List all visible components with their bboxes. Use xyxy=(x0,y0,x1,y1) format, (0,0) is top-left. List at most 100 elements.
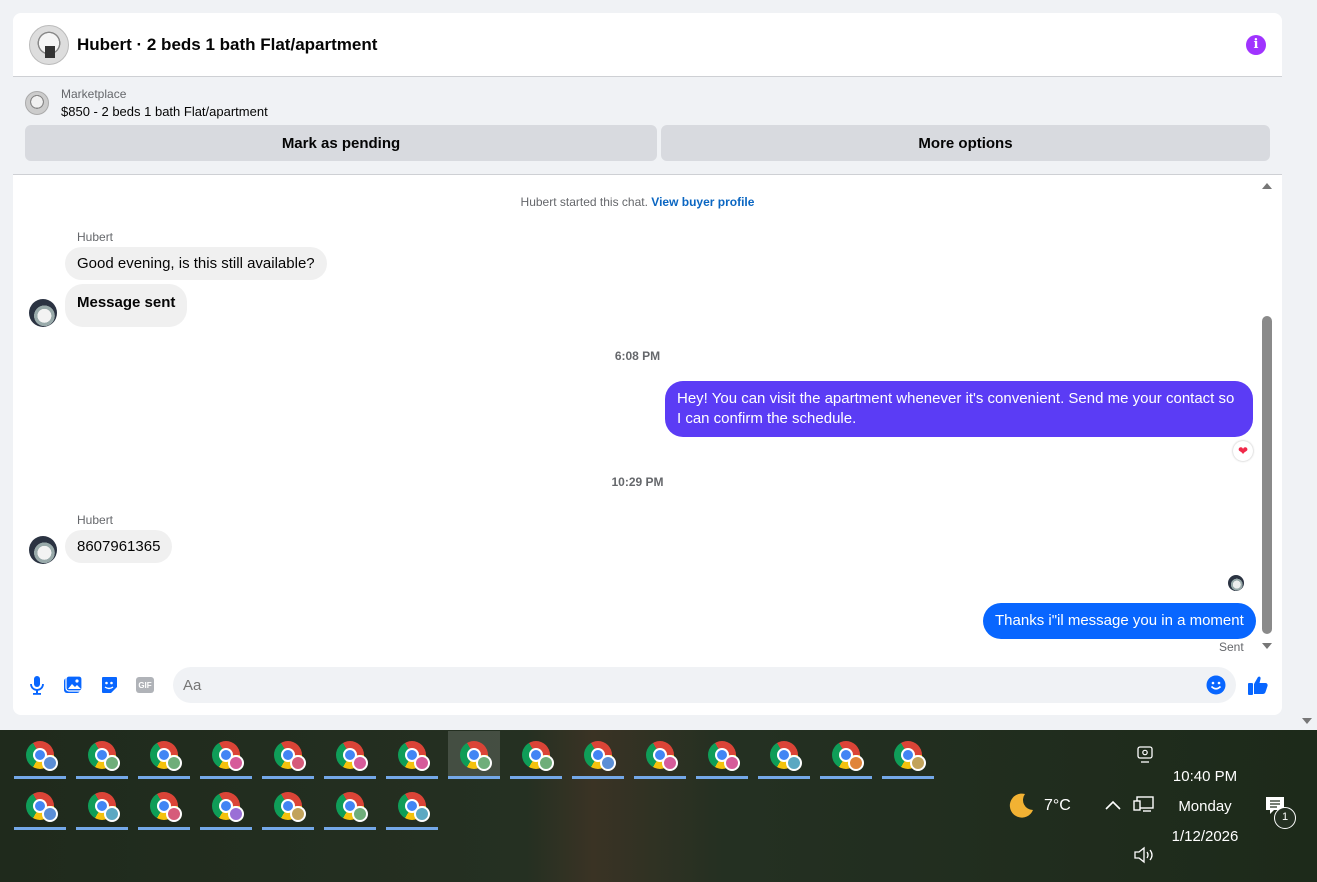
page-scrollbar[interactable] xyxy=(1297,0,1317,730)
chrome-profile-taskbar-button[interactable] xyxy=(634,731,686,779)
chrome-profile-taskbar-button[interactable] xyxy=(138,782,190,830)
scroll-up-icon[interactable] xyxy=(1262,183,1272,189)
sticker-icon[interactable] xyxy=(97,673,121,697)
chrome-profile-taskbar-button[interactable] xyxy=(138,731,190,779)
chrome-profile-taskbar-button[interactable] xyxy=(696,731,748,779)
message-input-wrapper[interactable] xyxy=(173,667,1236,703)
message-list: Hubert started this chat. View buyer pro… xyxy=(13,176,1282,656)
listing-title[interactable]: $850 - 2 beds 1 bath Flat/apartment xyxy=(61,104,268,119)
profile-badge-icon xyxy=(786,755,802,771)
message-bubble[interactable]: 8607961365 xyxy=(65,530,173,563)
scroll-thumb[interactable] xyxy=(1262,316,1272,634)
chrome-profile-taskbar-button[interactable] xyxy=(386,782,438,830)
chrome-profile-taskbar-button[interactable] xyxy=(14,782,66,830)
running-indicator xyxy=(572,776,624,779)
seen-avatar xyxy=(1228,575,1244,591)
chrome-profile-taskbar-button[interactable] xyxy=(262,782,314,830)
hubert-avatar[interactable] xyxy=(29,299,57,327)
profile-badge-icon xyxy=(910,755,926,771)
profile-badge-icon xyxy=(42,755,58,771)
chrome-profile-taskbar-button[interactable] xyxy=(386,731,438,779)
network-icon[interactable] xyxy=(1133,796,1155,819)
view-buyer-profile-link[interactable]: View buyer profile xyxy=(651,195,754,209)
started-text: Hubert started this chat. xyxy=(520,195,652,209)
photo-icon[interactable] xyxy=(61,673,85,697)
running-indicator xyxy=(324,827,376,830)
chrome-profile-taskbar-button[interactable] xyxy=(76,782,128,830)
running-indicator xyxy=(696,776,748,779)
running-indicator xyxy=(758,776,810,779)
listing-avatar[interactable] xyxy=(29,24,69,65)
chat-window: Hubert · 2 beds 1 bath Flat/apartment i … xyxy=(13,13,1282,715)
message-bubble[interactable]: Message sent xyxy=(65,284,188,327)
profile-badge-icon xyxy=(352,806,368,822)
chrome-profile-taskbar-button[interactable] xyxy=(262,731,314,779)
profile-badge-icon xyxy=(414,806,430,822)
listing-thumbnail[interactable] xyxy=(25,91,49,115)
taskbar: 7°C 10:40 PM Monday 1/12/2026 1 xyxy=(0,730,1317,882)
running-indicator xyxy=(820,776,872,779)
clock-day[interactable]: Monday xyxy=(1163,798,1247,815)
chrome-profile-taskbar-button[interactable] xyxy=(448,731,500,779)
profile-badge-icon xyxy=(662,755,678,771)
volume-icon[interactable] xyxy=(1133,846,1157,869)
heart-reaction-icon[interactable]: ❤ xyxy=(1233,441,1253,461)
message-bubble[interactable]: Good evening, is this still available? xyxy=(65,247,327,280)
sent-status: Sent xyxy=(1219,640,1244,654)
profile-badge-icon xyxy=(538,755,554,771)
running-indicator xyxy=(76,776,128,779)
gif-icon[interactable]: GIF xyxy=(133,673,157,697)
running-indicator xyxy=(510,776,562,779)
hubert-avatar[interactable] xyxy=(29,536,57,564)
running-indicator xyxy=(882,776,934,779)
message-scrollbar[interactable] xyxy=(1260,176,1274,656)
profile-badge-icon xyxy=(290,806,306,822)
chrome-profile-taskbar-button[interactable] xyxy=(200,731,252,779)
meet-now-icon[interactable] xyxy=(1137,746,1153,769)
profile-badge-icon xyxy=(42,806,58,822)
chrome-profile-taskbar-button[interactable] xyxy=(758,731,810,779)
running-indicator xyxy=(200,776,252,779)
chrome-profile-taskbar-button[interactable] xyxy=(200,782,252,830)
profile-badge-icon xyxy=(600,755,616,771)
marketplace-panel: Marketplace $850 - 2 beds 1 bath Flat/ap… xyxy=(13,77,1282,175)
scroll-down-icon[interactable] xyxy=(1262,643,1272,649)
chrome-profile-taskbar-button[interactable] xyxy=(14,731,66,779)
chrome-profile-taskbar-button[interactable] xyxy=(510,731,562,779)
chrome-profile-taskbar-button[interactable] xyxy=(324,731,376,779)
notification-count-badge[interactable]: 1 xyxy=(1274,807,1296,829)
running-indicator xyxy=(386,827,438,830)
info-icon[interactable]: i xyxy=(1246,34,1266,55)
chat-started-notice: Hubert started this chat. View buyer pro… xyxy=(13,195,1262,209)
outgoing-message-bubble[interactable]: Hey! You can visit the apartment wheneve… xyxy=(665,381,1253,437)
chrome-profile-taskbar-button[interactable] xyxy=(572,731,624,779)
composer: GIF xyxy=(13,661,1282,709)
weather-moon-icon[interactable] xyxy=(1006,791,1036,821)
profile-badge-icon xyxy=(414,755,430,771)
clock-date[interactable]: 1/12/2026 xyxy=(1163,828,1247,845)
more-options-button[interactable]: More options xyxy=(661,125,1270,161)
running-indicator xyxy=(262,827,314,830)
chrome-profile-taskbar-button[interactable] xyxy=(820,731,872,779)
chrome-profile-taskbar-button[interactable] xyxy=(76,731,128,779)
mark-pending-button[interactable]: Mark as pending xyxy=(25,125,657,161)
running-indicator xyxy=(386,776,438,779)
temperature[interactable]: 7°C xyxy=(1044,797,1071,815)
profile-badge-icon xyxy=(724,755,740,771)
outgoing-message-bubble[interactable]: Thanks i"il message you in a moment xyxy=(983,603,1256,639)
chevron-up-icon[interactable] xyxy=(1104,798,1122,816)
running-indicator xyxy=(200,827,252,830)
running-indicator xyxy=(138,776,190,779)
microphone-icon[interactable] xyxy=(25,673,49,697)
message-input[interactable] xyxy=(183,676,1206,694)
running-indicator xyxy=(14,776,66,779)
chrome-profile-taskbar-button[interactable] xyxy=(324,782,376,830)
scroll-down-icon[interactable] xyxy=(1302,718,1312,724)
chat-title[interactable]: Hubert · 2 beds 1 bath Flat/apartment xyxy=(77,35,377,55)
clock-time[interactable]: 10:40 PM xyxy=(1163,768,1247,785)
profile-badge-icon xyxy=(166,755,182,771)
timestamp: 10:29 PM xyxy=(611,475,664,489)
emoji-icon[interactable] xyxy=(1206,675,1226,695)
chrome-profile-taskbar-button[interactable] xyxy=(882,731,934,779)
thumbs-up-icon[interactable] xyxy=(1246,673,1270,697)
